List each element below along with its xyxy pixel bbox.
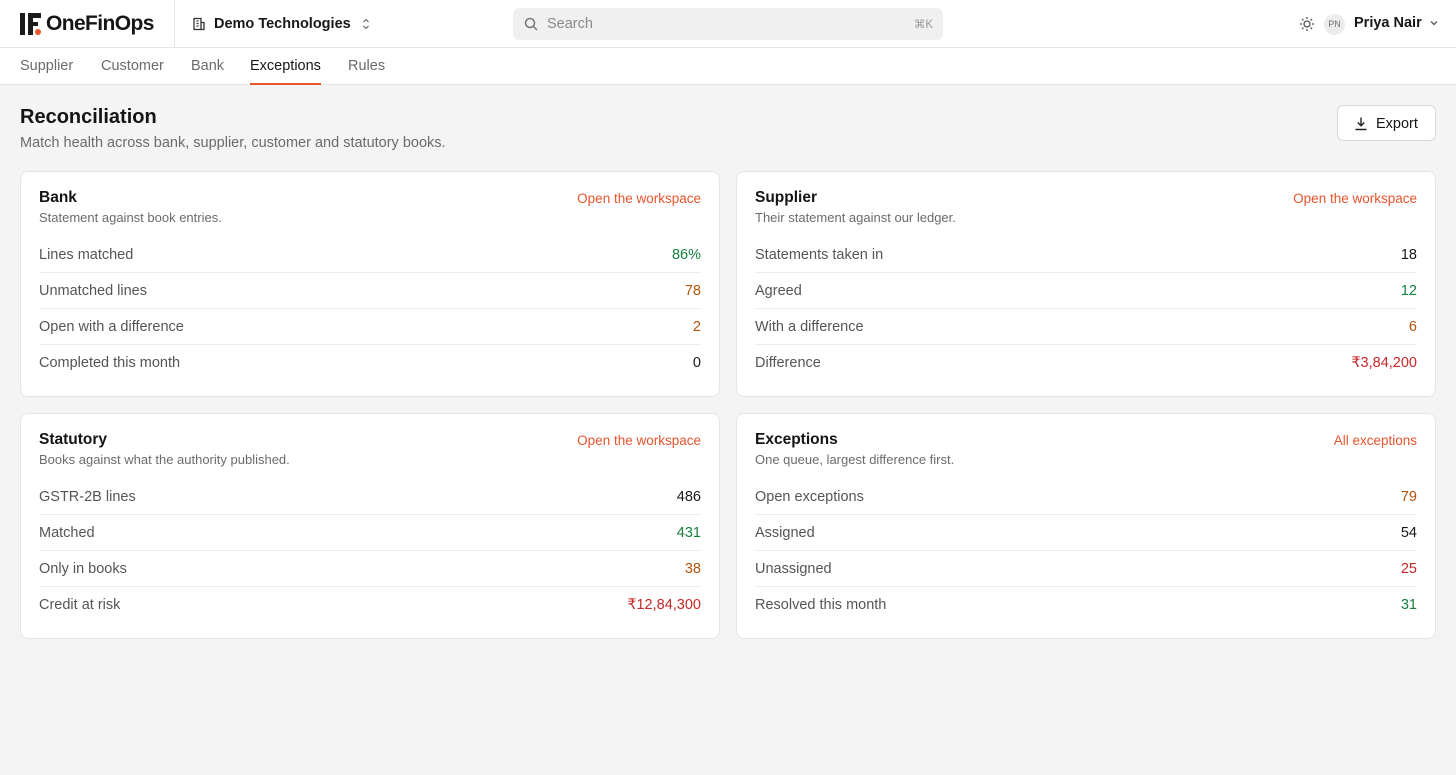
- chevron-down-icon[interactable]: [1429, 18, 1439, 28]
- metric-list: Statements taken in 18 Agreed 12 With a …: [755, 237, 1417, 381]
- metric-list: Lines matched 86% Unmatched lines 78 Ope…: [39, 237, 701, 381]
- metric-row: GSTR-2B lines 486: [39, 479, 701, 515]
- metric-row: Matched 431: [39, 515, 701, 551]
- export-button[interactable]: Export: [1337, 105, 1436, 141]
- metric-row: Agreed 12: [755, 273, 1417, 309]
- tab-exceptions[interactable]: Exceptions: [250, 58, 321, 85]
- metric-label: Credit at risk: [39, 597, 121, 613]
- metric-value: 18: [1400, 247, 1417, 263]
- metric-label: Resolved this month: [755, 597, 887, 613]
- metric-label: Assigned: [755, 525, 815, 541]
- theme-toggle-sun-icon[interactable]: [1299, 16, 1315, 32]
- app-logo[interactable]: OneFinOps: [20, 11, 154, 37]
- metric-row: Open exceptions 79: [755, 479, 1417, 515]
- metric-label: Open exceptions: [755, 489, 864, 505]
- metric-row: Open with a difference 2: [39, 309, 701, 345]
- header-divider: [174, 0, 175, 47]
- metric-label: Matched: [39, 525, 95, 541]
- card-title: Bank: [39, 189, 77, 206]
- logo-mark-icon: [20, 12, 42, 36]
- metric-value: 79: [1400, 489, 1417, 505]
- metric-label: GSTR-2B lines: [39, 489, 136, 505]
- open-workspace-link[interactable]: Open the workspace: [577, 433, 701, 448]
- exceptions-card: Exceptions One queue, largest difference…: [736, 413, 1436, 639]
- metric-label: Lines matched: [39, 247, 134, 263]
- all-exceptions-link[interactable]: All exceptions: [1334, 433, 1417, 448]
- metric-row: Difference ₹3,84,200: [755, 345, 1417, 381]
- brand-name: OneFinOps: [46, 12, 154, 35]
- metric-row: Only in books 38: [39, 551, 701, 587]
- metric-value: 78: [684, 283, 701, 299]
- search-placeholder: Search: [547, 16, 593, 32]
- metric-value: 2: [692, 319, 701, 335]
- metric-row: Completed this month 0: [39, 345, 701, 381]
- search-icon: [524, 17, 538, 31]
- page-subtitle: Match health across bank, supplier, cust…: [20, 135, 446, 151]
- card-title: Supplier: [755, 189, 818, 206]
- metric-value: 25: [1400, 561, 1417, 577]
- metric-value: ₹3,84,200: [1351, 355, 1417, 371]
- metric-label: Agreed: [755, 283, 802, 299]
- org-switcher[interactable]: Demo Technologies: [192, 14, 371, 34]
- metric-label: Statements taken in: [755, 247, 884, 263]
- open-workspace-link[interactable]: Open the workspace: [1293, 191, 1417, 206]
- metric-row: Assigned 54: [755, 515, 1417, 551]
- building-icon: [193, 17, 205, 31]
- metric-label: Difference: [755, 355, 821, 371]
- metric-value: 486: [676, 489, 701, 505]
- avatar[interactable]: PN: [1324, 14, 1345, 35]
- metric-value: 6: [1408, 319, 1417, 335]
- bank-card: Bank Statement against book entries. Ope…: [20, 171, 720, 397]
- top-bar: OneFinOps Demo Technologies Search ⌘K PN…: [0, 0, 1456, 48]
- tab-supplier[interactable]: Supplier: [20, 58, 73, 84]
- statutory-card: Statutory Books against what the authori…: [20, 413, 720, 639]
- metric-value: 0: [692, 355, 701, 371]
- user-name[interactable]: Priya Nair: [1354, 15, 1422, 31]
- metric-row: Unassigned 25: [755, 551, 1417, 587]
- metric-label: With a difference: [755, 319, 864, 335]
- search-shortcut: ⌘K: [913, 19, 933, 31]
- supplier-card: Supplier Their statement against our led…: [736, 171, 1436, 397]
- metric-label: Completed this month: [39, 355, 181, 371]
- tab-customer[interactable]: Customer: [101, 58, 164, 84]
- metric-label: Unassigned: [755, 561, 832, 577]
- card-title: Exceptions: [755, 431, 838, 448]
- chevron-up-down-icon: [362, 18, 369, 30]
- metric-value: 86%: [671, 247, 701, 263]
- card-subtitle: Books against what the authority publish…: [39, 452, 290, 467]
- card-subtitle: One queue, largest difference first.: [755, 452, 955, 467]
- card-subtitle: Their statement against our ledger.: [755, 210, 956, 225]
- export-label: Export: [1376, 116, 1418, 132]
- tab-bank[interactable]: Bank: [191, 58, 224, 84]
- metric-value: 431: [676, 525, 701, 541]
- metric-row: Lines matched 86%: [39, 237, 701, 273]
- metric-row: Resolved this month 31: [755, 587, 1417, 623]
- page-title: Reconciliation: [20, 106, 157, 128]
- metric-row: Unmatched lines 78: [39, 273, 701, 309]
- metric-value: 54: [1400, 525, 1417, 541]
- metric-row: With a difference 6: [755, 309, 1417, 345]
- card-subtitle: Statement against book entries.: [39, 210, 222, 225]
- org-name: Demo Technologies: [214, 16, 351, 32]
- metric-row: Statements taken in 18: [755, 237, 1417, 273]
- metric-list: GSTR-2B lines 486 Matched 431 Only in bo…: [39, 479, 701, 623]
- download-icon: [1355, 117, 1367, 131]
- metric-list: Open exceptions 79 Assigned 54 Unassigne…: [755, 479, 1417, 623]
- search-input[interactable]: Search ⌘K: [513, 8, 943, 40]
- card-title: Statutory: [39, 431, 108, 448]
- metric-label: Open with a difference: [39, 319, 184, 335]
- metric-value: 12: [1400, 283, 1417, 299]
- metric-label: Only in books: [39, 561, 127, 577]
- metric-value: ₹12,84,300: [627, 597, 701, 613]
- tab-bar: Supplier Customer Bank Exceptions Rules: [0, 48, 1456, 85]
- metric-label: Unmatched lines: [39, 283, 147, 299]
- metric-value: 38: [684, 561, 701, 577]
- metric-row: Credit at risk ₹12,84,300: [39, 587, 701, 623]
- metric-value: 31: [1400, 597, 1417, 613]
- tab-rules[interactable]: Rules: [348, 58, 385, 84]
- open-workspace-link[interactable]: Open the workspace: [577, 191, 701, 206]
